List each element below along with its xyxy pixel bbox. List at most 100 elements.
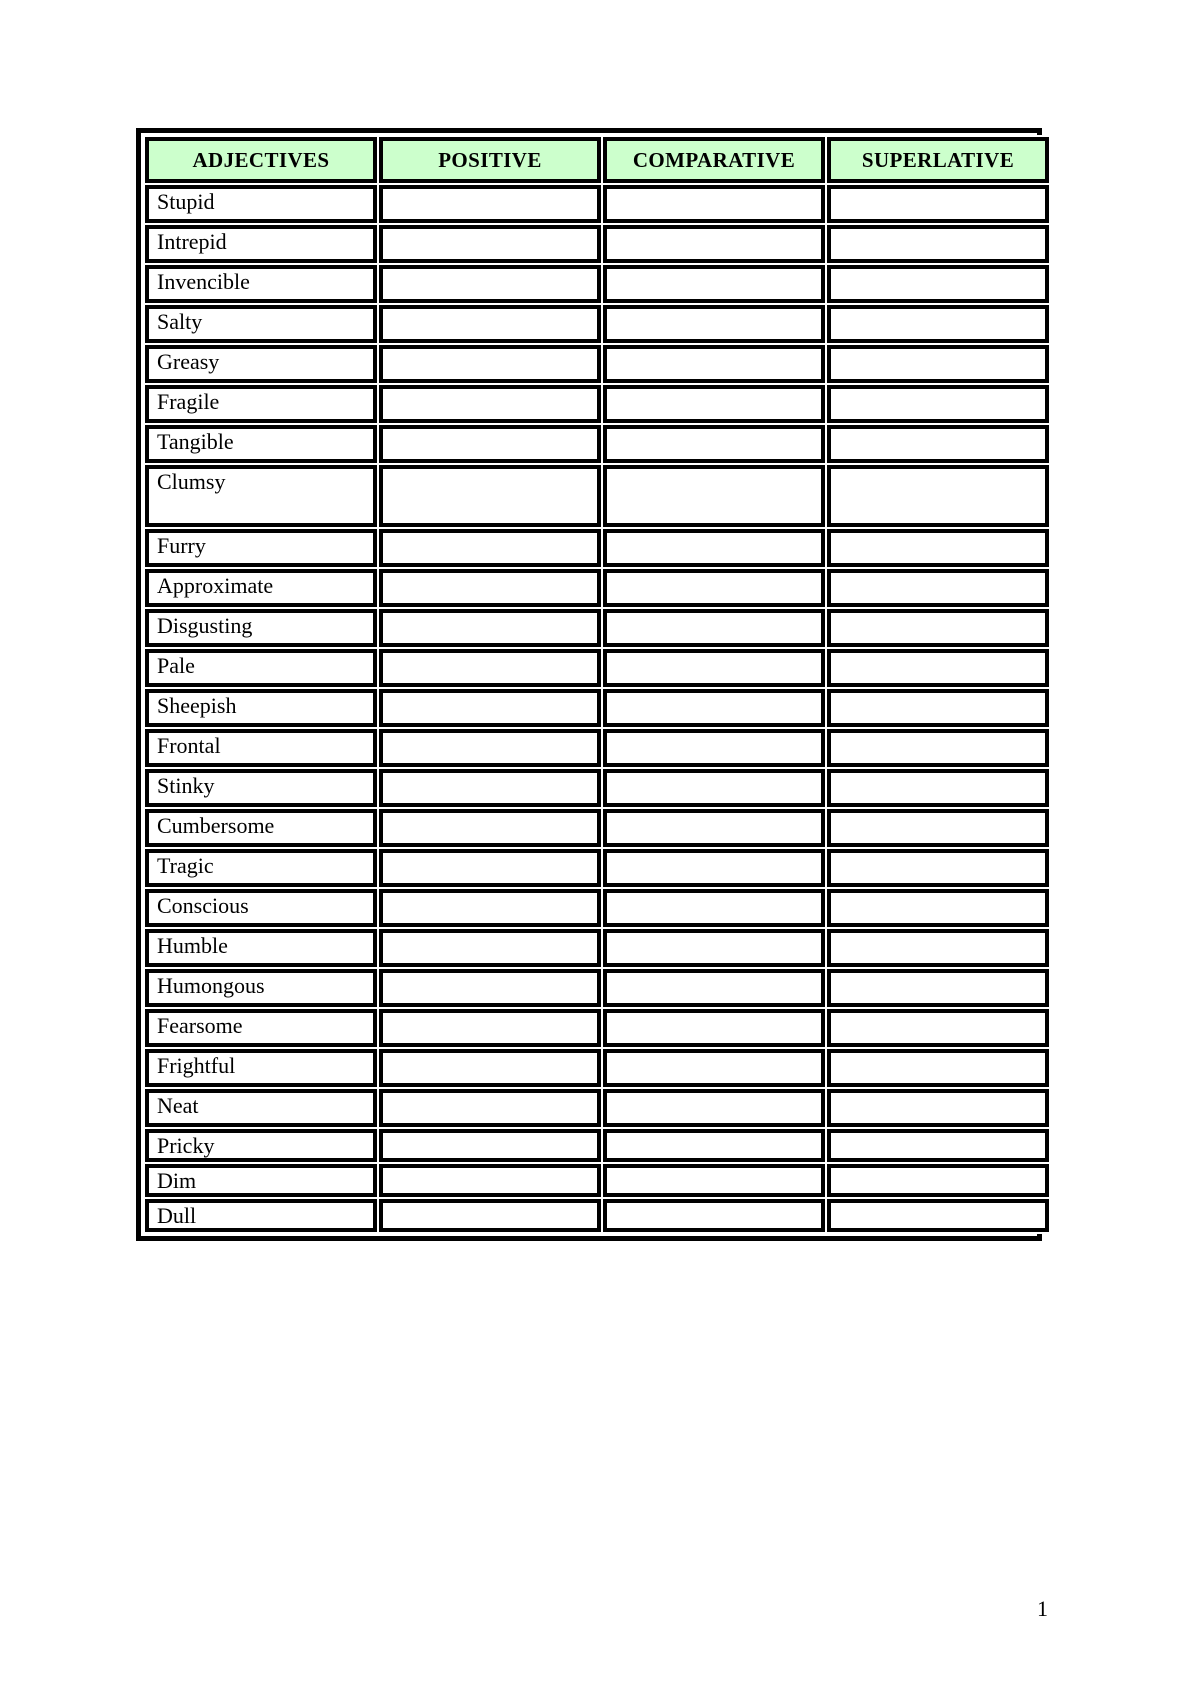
positive-answer-cell[interactable] — [379, 185, 601, 223]
positive-answer-cell[interactable] — [379, 1199, 601, 1233]
superlative-answer-cell[interactable] — [827, 729, 1049, 767]
comparative-answer-cell[interactable] — [603, 609, 825, 647]
superlative-answer-cell[interactable] — [827, 305, 1049, 343]
superlative-answer-cell[interactable] — [827, 609, 1049, 647]
adjective-cell: Frightful — [145, 1049, 377, 1087]
positive-answer-cell[interactable] — [379, 969, 601, 1007]
positive-answer-cell[interactable] — [379, 345, 601, 383]
comparative-answer-cell[interactable] — [603, 1129, 825, 1163]
positive-answer-cell[interactable] — [379, 305, 601, 343]
comparative-answer-cell[interactable] — [603, 569, 825, 607]
superlative-answer-cell[interactable] — [827, 969, 1049, 1007]
comparative-answer-cell[interactable] — [603, 1049, 825, 1087]
positive-answer-cell[interactable] — [379, 1089, 601, 1127]
superlative-answer-cell[interactable] — [827, 1129, 1049, 1163]
adjective-cell: Fragile — [145, 385, 377, 423]
comparative-answer-cell[interactable] — [603, 305, 825, 343]
comparative-answer-cell[interactable] — [603, 345, 825, 383]
superlative-answer-cell[interactable] — [827, 1009, 1049, 1047]
positive-answer-cell[interactable] — [379, 1009, 601, 1047]
superlative-answer-cell[interactable] — [827, 529, 1049, 567]
comparative-answer-cell[interactable] — [603, 225, 825, 263]
positive-answer-cell[interactable] — [379, 265, 601, 303]
adjective-label: Disgusting — [157, 613, 253, 638]
comparative-answer-cell[interactable] — [603, 649, 825, 687]
adjective-cell: Dim — [145, 1164, 377, 1198]
comparative-answer-cell[interactable] — [603, 465, 825, 527]
comparative-answer-cell[interactable] — [603, 1199, 825, 1233]
positive-answer-cell[interactable] — [379, 809, 601, 847]
adjective-cell: Cumbersome — [145, 809, 377, 847]
superlative-answer-cell[interactable] — [827, 889, 1049, 927]
comparative-answer-cell[interactable] — [603, 1009, 825, 1047]
positive-answer-cell[interactable] — [379, 529, 601, 567]
superlative-answer-cell[interactable] — [827, 649, 1049, 687]
comparative-answer-cell[interactable] — [603, 689, 825, 727]
comparative-answer-cell[interactable] — [603, 769, 825, 807]
adjective-cell: Pale — [145, 649, 377, 687]
comparative-answer-cell[interactable] — [603, 529, 825, 567]
comparative-answer-cell[interactable] — [603, 425, 825, 463]
table-row: Tangible — [145, 425, 1049, 463]
comparative-answer-cell[interactable] — [603, 889, 825, 927]
positive-answer-cell[interactable] — [379, 385, 601, 423]
positive-answer-cell[interactable] — [379, 1164, 601, 1198]
positive-answer-cell[interactable] — [379, 649, 601, 687]
superlative-answer-cell[interactable] — [827, 1199, 1049, 1233]
superlative-answer-cell[interactable] — [827, 1164, 1049, 1198]
comparative-answer-cell[interactable] — [603, 969, 825, 1007]
superlative-answer-cell[interactable] — [827, 1089, 1049, 1127]
adjective-cell: Invencible — [145, 265, 377, 303]
positive-answer-cell[interactable] — [379, 889, 601, 927]
adjective-label: Tragic — [157, 853, 214, 878]
comparative-answer-cell[interactable] — [603, 729, 825, 767]
comparative-answer-cell[interactable] — [603, 929, 825, 967]
superlative-answer-cell[interactable] — [827, 1049, 1049, 1087]
table-row: Humble — [145, 929, 1049, 967]
comparative-answer-cell[interactable] — [603, 809, 825, 847]
adjective-cell: Intrepid — [145, 225, 377, 263]
superlative-answer-cell[interactable] — [827, 769, 1049, 807]
superlative-answer-cell[interactable] — [827, 345, 1049, 383]
positive-answer-cell[interactable] — [379, 225, 601, 263]
positive-answer-cell[interactable] — [379, 929, 601, 967]
superlative-answer-cell[interactable] — [827, 809, 1049, 847]
adjective-cell: Clumsy — [145, 465, 377, 527]
adjective-label: Dull — [157, 1203, 197, 1229]
comparative-answer-cell[interactable] — [603, 1164, 825, 1198]
superlative-answer-cell[interactable] — [827, 385, 1049, 423]
comparative-answer-cell[interactable] — [603, 385, 825, 423]
positive-answer-cell[interactable] — [379, 689, 601, 727]
comparative-answer-cell[interactable] — [603, 1089, 825, 1127]
adjective-label: Sheepish — [157, 693, 237, 718]
positive-answer-cell[interactable] — [379, 425, 601, 463]
positive-answer-cell[interactable] — [379, 849, 601, 887]
positive-answer-cell[interactable] — [379, 465, 601, 527]
positive-answer-cell[interactable] — [379, 609, 601, 647]
superlative-answer-cell[interactable] — [827, 185, 1049, 223]
table-row: Stupid — [145, 185, 1049, 223]
positive-answer-cell[interactable] — [379, 1129, 601, 1163]
adjective-label: Cumbersome — [157, 813, 275, 838]
table-row: Stinky — [145, 769, 1049, 807]
comparative-answer-cell[interactable] — [603, 185, 825, 223]
superlative-answer-cell[interactable] — [827, 929, 1049, 967]
positive-answer-cell[interactable] — [379, 729, 601, 767]
superlative-answer-cell[interactable] — [827, 265, 1049, 303]
positive-answer-cell[interactable] — [379, 1049, 601, 1087]
adjective-label: Pricky — [157, 1133, 215, 1158]
column-header-superlative: SUPERLATIVE — [827, 137, 1049, 183]
comparative-answer-cell[interactable] — [603, 849, 825, 887]
positive-answer-cell[interactable] — [379, 569, 601, 607]
superlative-answer-cell[interactable] — [827, 689, 1049, 727]
superlative-answer-cell[interactable] — [827, 225, 1049, 263]
positive-answer-cell[interactable] — [379, 769, 601, 807]
superlative-answer-cell[interactable] — [827, 849, 1049, 887]
superlative-answer-cell[interactable] — [827, 425, 1049, 463]
adjective-cell: Conscious — [145, 889, 377, 927]
adjective-label: Dim — [157, 1168, 197, 1194]
superlative-answer-cell[interactable] — [827, 569, 1049, 607]
adjective-cell: Approximate — [145, 569, 377, 607]
comparative-answer-cell[interactable] — [603, 265, 825, 303]
superlative-answer-cell[interactable] — [827, 465, 1049, 527]
